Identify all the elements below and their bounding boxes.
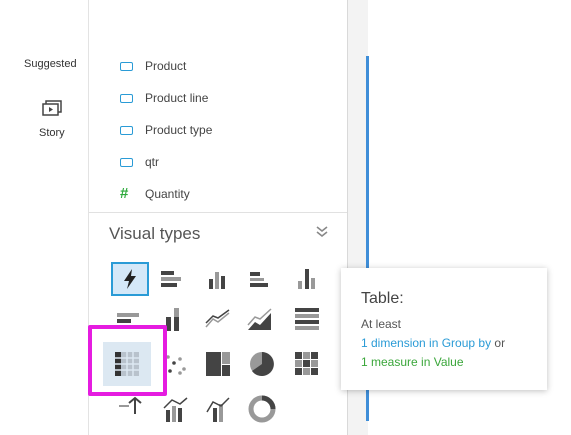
field-label: Product [145, 59, 187, 73]
field-label: Product line [145, 91, 209, 105]
horizontal-bar-chart-icon[interactable] [157, 264, 187, 294]
dimension-icon [120, 125, 133, 135]
field-label: Product type [145, 123, 213, 137]
clustered-column-chart-icon[interactable] [292, 264, 322, 294]
dimension-icon [120, 93, 133, 103]
dimension-icon [120, 61, 133, 71]
vertical-bar-chart-icon[interactable] [203, 264, 233, 294]
panel-separator [89, 212, 347, 213]
line-chart-icon[interactable] [203, 305, 233, 335]
tooltip-title: Table: [361, 290, 404, 307]
tooltip-dimension-line: 1 dimension in Group by or [361, 334, 527, 353]
field-label: Quantity [145, 187, 190, 201]
story-label[interactable]: Story [39, 127, 65, 139]
pie-chart-icon[interactable] [247, 349, 277, 379]
table-tooltip: Table: At least 1 dimension in Group by … [341, 268, 547, 390]
tree-map-icon[interactable] [203, 349, 233, 379]
donut-chart-icon[interactable] [247, 394, 277, 424]
autograph-lightning-icon[interactable] [115, 264, 145, 294]
visual-types-title: Visual types [109, 224, 201, 243]
dimension-icon [120, 157, 133, 167]
field-product-line[interactable]: Product line [120, 89, 208, 107]
tooltip-dimension-req: 1 dimension in Group by [361, 336, 492, 350]
field-label: qtr [145, 155, 160, 169]
sort-arrow-icon[interactable] [117, 394, 147, 424]
field-quantity[interactable]: # Quantity [120, 185, 190, 203]
combo-chart-icon[interactable] [160, 394, 190, 424]
combo-line-bar-icon[interactable] [203, 394, 233, 424]
tooltip-or: or [491, 336, 506, 350]
clustered-bar-chart-icon[interactable] [245, 264, 275, 294]
heat-map-icon[interactable] [292, 349, 322, 379]
left-rail: Suggested Story [0, 0, 88, 435]
table-highlight-annotation [88, 325, 167, 396]
field-product-type[interactable]: Product type [120, 121, 212, 139]
pivot-table-icon[interactable] [292, 305, 322, 335]
tooltip-measure-req: 1 measure in Value [361, 355, 464, 369]
chevron-down-icon[interactable] [313, 223, 331, 241]
tooltip-line1: At least [361, 317, 402, 331]
story-icon[interactable] [41, 100, 63, 118]
suggested-label[interactable]: Suggested [24, 58, 77, 70]
measure-hash-icon: # [120, 185, 129, 202]
field-product[interactable]: Product [120, 57, 186, 75]
field-qtr[interactable]: qtr [120, 153, 159, 171]
area-chart-icon[interactable] [245, 305, 275, 335]
